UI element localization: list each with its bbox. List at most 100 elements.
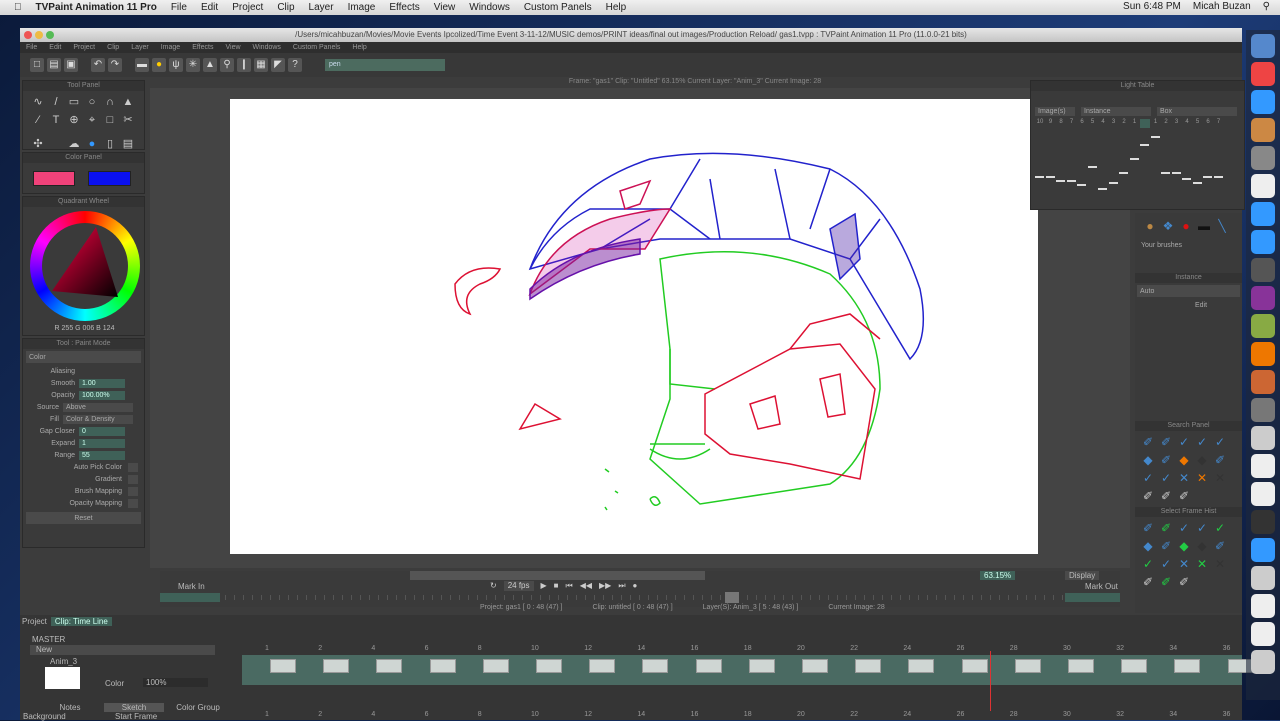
frame-thumbnail[interactable] bbox=[908, 659, 935, 673]
tool-preset-icon[interactable]: ◆ bbox=[1195, 453, 1209, 467]
arc-icon[interactable]: ∩ bbox=[103, 95, 117, 109]
tool-preset-icon[interactable]: ✓ bbox=[1195, 435, 1209, 449]
tool-preset-icon[interactable]: ✐ bbox=[1213, 539, 1227, 553]
zoom-button[interactable] bbox=[46, 31, 54, 39]
tool-preset-icon[interactable]: ✐ bbox=[1159, 575, 1173, 589]
mac-menu-item[interactable]: Custom Panels bbox=[524, 2, 592, 13]
frame-thumbnail[interactable] bbox=[695, 659, 722, 673]
brush-mapping-checkbox[interactable] bbox=[128, 486, 138, 496]
text-icon[interactable]: T bbox=[49, 113, 63, 127]
auto-select[interactable]: Auto bbox=[1137, 285, 1240, 297]
tool-preset-icon[interactable]: ◆ bbox=[1177, 453, 1191, 467]
light-table-after-frame[interactable]: 4 bbox=[1182, 119, 1192, 128]
mac-menu-item[interactable]: View bbox=[434, 2, 456, 13]
tool-preset-icon[interactable]: ✐ bbox=[1159, 539, 1173, 553]
dock-app-icon[interactable] bbox=[1251, 622, 1275, 646]
tool-preset-icon[interactable]: ✐ bbox=[1159, 521, 1173, 535]
brush-preset-icon[interactable]: ❖ bbox=[1161, 219, 1175, 233]
tool-preset-icon[interactable]: ✐ bbox=[1159, 453, 1173, 467]
undo-icon[interactable]: ↶ bbox=[91, 58, 105, 72]
last-frame-icon[interactable]: ⏭ bbox=[618, 581, 625, 591]
tool-preset-icon[interactable]: ✐ bbox=[1141, 521, 1155, 535]
tool-preset-icon[interactable]: ✕ bbox=[1213, 557, 1227, 571]
dock-app-icon[interactable] bbox=[1251, 594, 1275, 618]
tool-preset-icon[interactable]: ✐ bbox=[1141, 489, 1155, 503]
app-menu-item[interactable]: Project bbox=[73, 42, 95, 53]
tab-clip-timeline[interactable]: Clip: Time Line bbox=[50, 617, 112, 626]
frame-thumbnail[interactable] bbox=[536, 659, 562, 673]
open-icon[interactable]: ▤ bbox=[47, 58, 61, 72]
light-table-color-select[interactable]: Box bbox=[1157, 106, 1237, 116]
light-table-opacity-slider[interactable] bbox=[1077, 184, 1086, 186]
app-menu-item[interactable]: Effects bbox=[192, 42, 213, 53]
auto-pick-checkbox[interactable] bbox=[128, 462, 138, 472]
record-icon[interactable]: ● bbox=[633, 581, 638, 591]
light-table-after-frame[interactable]: 3 bbox=[1172, 119, 1182, 128]
mark-in-field[interactable] bbox=[160, 593, 220, 602]
next-frame-icon[interactable]: ▶▶ bbox=[599, 581, 611, 591]
dock-app-icon[interactable] bbox=[1251, 342, 1275, 366]
frame-scrubber[interactable] bbox=[225, 592, 1065, 603]
light-table-opacity-slider[interactable] bbox=[1150, 136, 1160, 138]
light-table-before-frame[interactable]: 4 bbox=[1098, 119, 1108, 128]
close-button[interactable] bbox=[24, 31, 32, 39]
frame-thumbnail[interactable] bbox=[482, 659, 509, 673]
mark-out-field[interactable] bbox=[1065, 593, 1120, 602]
light-table-before-frame[interactable]: 5 bbox=[1088, 119, 1098, 128]
light-table-after-frame[interactable]: 7 bbox=[1214, 119, 1224, 128]
reset-button[interactable]: Reset bbox=[26, 512, 141, 524]
tool-preset-icon[interactable]: ✐ bbox=[1159, 489, 1173, 503]
tool-preset-icon[interactable]: ✓ bbox=[1213, 521, 1227, 535]
light-table-opacity-slider[interactable] bbox=[1203, 176, 1212, 178]
grid-icon[interactable]: ▦ bbox=[254, 58, 268, 72]
light-table-after-frame[interactable]: 6 bbox=[1203, 119, 1213, 128]
zoom-icon[interactable]: ⊕ bbox=[67, 113, 81, 127]
paint-mode-select[interactable]: Color bbox=[26, 351, 141, 363]
mark-in-label[interactable]: Mark In bbox=[178, 582, 205, 591]
light-table-opacity-slider[interactable] bbox=[1161, 172, 1170, 174]
edit-button[interactable]: Edit bbox=[1135, 299, 1242, 311]
tool-preset-icon[interactable]: ✓ bbox=[1177, 521, 1191, 535]
light-table-opacity-slider[interactable] bbox=[1035, 176, 1044, 178]
help-icon[interactable]: ? bbox=[288, 58, 302, 72]
mac-menu-item[interactable]: Image bbox=[348, 2, 376, 13]
mac-menu-item[interactable]: Project bbox=[232, 2, 263, 13]
tool-preset-icon[interactable]: ✕ bbox=[1213, 471, 1227, 485]
light-table-opacity-slider[interactable] bbox=[1066, 180, 1076, 182]
rectangle-icon[interactable]: ▭ bbox=[67, 95, 81, 109]
play-icon[interactable]: ▶ bbox=[541, 581, 547, 591]
dock-app-icon[interactable] bbox=[1251, 90, 1275, 114]
tab-color-group[interactable]: Color Group bbox=[168, 703, 228, 712]
light-table-after-frame[interactable]: 1 bbox=[1151, 119, 1161, 128]
zoom-field[interactable]: 63.15% bbox=[980, 571, 1016, 580]
frame-thumbnail[interactable] bbox=[589, 659, 616, 673]
pen-icon[interactable]: ⁄ bbox=[31, 113, 45, 127]
fill-icon[interactable]: ● bbox=[85, 137, 99, 151]
app-menu-item[interactable]: Layer bbox=[131, 42, 149, 53]
stop-icon[interactable]: ■ bbox=[554, 581, 559, 591]
tool-preset-icon[interactable]: ◆ bbox=[1195, 539, 1209, 553]
mac-menu-item[interactable]: Edit bbox=[201, 2, 218, 13]
layer-opacity-field[interactable]: 100% bbox=[143, 678, 208, 687]
brush-preset-icon[interactable]: ▬ bbox=[1197, 219, 1211, 233]
light-table-before-frame[interactable]: 1 bbox=[1130, 119, 1140, 128]
frame-thumbnail[interactable] bbox=[1174, 659, 1201, 673]
save-icon[interactable]: ▣ bbox=[64, 58, 78, 72]
frame-thumbnail[interactable] bbox=[1068, 659, 1094, 673]
app-menu-item[interactable]: Edit bbox=[49, 42, 61, 53]
app-menu-item[interactable]: File bbox=[26, 42, 37, 53]
light-table-opacity-slider[interactable] bbox=[1045, 176, 1055, 178]
warp-icon[interactable]: ⌖ bbox=[85, 113, 99, 127]
light-icon[interactable]: ▲ bbox=[203, 58, 217, 72]
opacity-mapping-checkbox[interactable] bbox=[128, 498, 138, 508]
spotlight-icon[interactable]: ⚲ bbox=[1263, 1, 1270, 12]
app-menu-item[interactable]: Windows bbox=[253, 42, 281, 53]
light-table-before-frame[interactable]: 6 bbox=[1077, 119, 1087, 128]
stamp-icon[interactable]: ▲ bbox=[121, 95, 135, 109]
mac-app-name[interactable]: TVPaint Animation 11 Pro bbox=[36, 2, 157, 13]
light-table-opacity-slider[interactable] bbox=[1182, 178, 1191, 180]
timeline-tracks[interactable]: 1 1 2 2 4 4 6 6 8 8 10 10 12 12 14 14 16 16 18 18 20 20 22 22 24… bbox=[220, 615, 1254, 720]
tool-preset-icon[interactable]: ✓ bbox=[1159, 557, 1173, 571]
light-table-opacity-slider[interactable] bbox=[1108, 182, 1118, 184]
gradient-checkbox[interactable] bbox=[128, 474, 138, 484]
